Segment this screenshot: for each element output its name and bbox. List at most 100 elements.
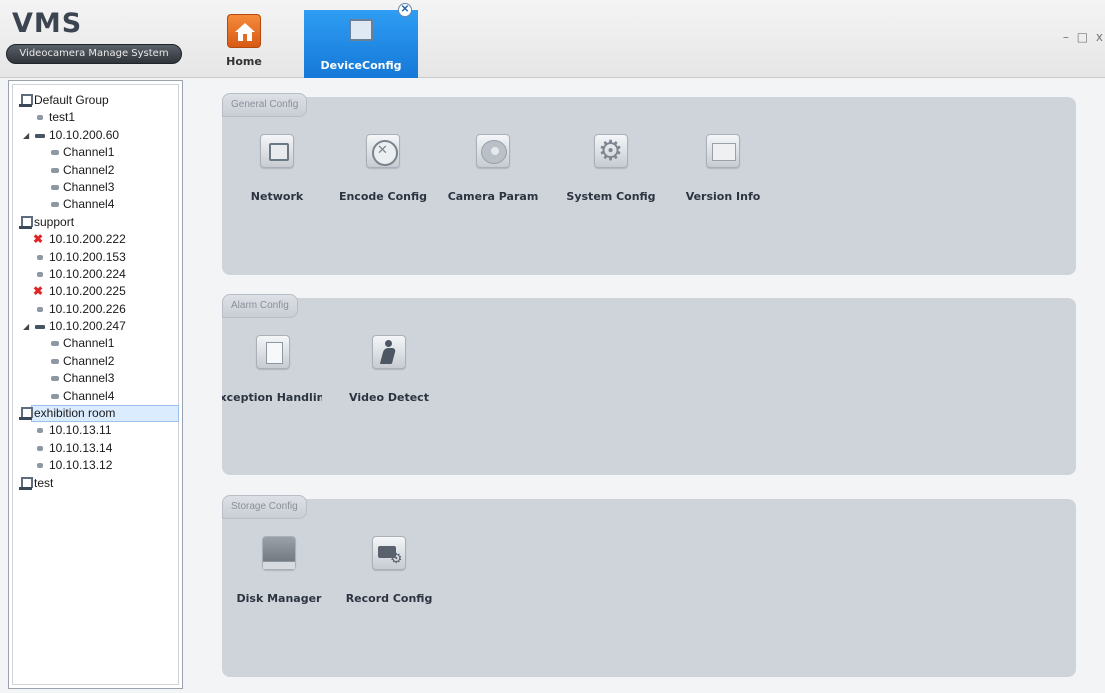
panel-title: Alarm Config (222, 294, 298, 318)
camera-param-button[interactable]: Camera Param (443, 134, 543, 203)
channel-icon (51, 358, 59, 364)
item-label: Video Detect (349, 391, 429, 404)
tree-device[interactable]: 10.10.200.153 (13, 249, 178, 266)
offline-icon: ✖ (33, 232, 44, 247)
tree-label: test1 (49, 110, 76, 125)
window-controls[interactable]: – □ x (1063, 30, 1105, 44)
tree-device[interactable]: 10.10.13.14 (13, 440, 178, 457)
channel-icon (51, 167, 59, 173)
group-icon (19, 407, 33, 421)
item-label: System Config (566, 190, 656, 203)
expand-icon[interactable]: ◢ (23, 318, 29, 335)
tree-label: 10.10.13.12 (49, 458, 113, 473)
close-icon[interactable]: ✕ (398, 3, 412, 17)
tree-group-support[interactable]: support (13, 214, 178, 231)
tree-channel[interactable]: Channel2 (13, 162, 178, 179)
top-bar: VMS Videocamera Manage System Home ✕ Dev… (0, 0, 1105, 78)
tree-label: Channel4 (63, 197, 115, 212)
camera-icon (37, 115, 43, 121)
group-icon (19, 476, 33, 490)
info-icon (706, 134, 740, 168)
item-label: Version Info (685, 190, 761, 203)
tree-channel[interactable]: Channel1 (13, 335, 178, 352)
tree-group-exhibition-room[interactable]: exhibition room (13, 405, 179, 423)
tree-label: 10.10.200.226 (49, 301, 126, 316)
offline-icon: ✖ (33, 284, 44, 299)
tree-label: Channel4 (63, 388, 115, 403)
item-label: Camera Param (447, 190, 539, 203)
version-info-button[interactable]: Version Info (673, 134, 773, 203)
video-detect-button[interactable]: Video Detect (339, 335, 439, 404)
tab-device-config-label: DeviceConfig (320, 59, 402, 72)
channel-icon (51, 202, 59, 208)
document-warning-icon (256, 335, 290, 369)
disk-manager-button[interactable]: Disk Manager (229, 536, 329, 605)
tree-group-default[interactable]: Default Group (13, 92, 178, 109)
channel-icon (51, 376, 59, 382)
tree-channel[interactable]: Channel4 (13, 388, 178, 405)
tree-label: Channel2 (63, 353, 115, 368)
camera-icon (37, 254, 43, 260)
network-button[interactable]: Network (227, 134, 327, 203)
alarm-config-panel: Alarm Config Exception Handling Video De… (222, 294, 1076, 475)
system-config-button[interactable]: System Config (561, 134, 661, 203)
tree-channel[interactable]: Channel1 (13, 144, 178, 161)
camera-icon (476, 134, 510, 168)
item-label: Record Config (345, 592, 433, 605)
camera-icon (37, 306, 43, 312)
tree-device[interactable]: ✖ 10.10.200.225 (13, 283, 178, 300)
item-label: Exception Handling (222, 391, 322, 404)
tree-device[interactable]: test1 (13, 109, 178, 126)
expand-icon[interactable]: ◢ (23, 127, 29, 144)
camera-icon (37, 428, 43, 434)
gear-icon (594, 134, 628, 168)
tree-label: 10.10.200.225 (49, 284, 126, 299)
exception-handling-button[interactable]: Exception Handling (222, 335, 322, 404)
panel-title: General Config (222, 93, 308, 117)
tree-label: Channel3 (63, 179, 115, 194)
item-label: Network (250, 190, 304, 203)
tree-device[interactable]: 10.10.200.224 (13, 266, 178, 283)
tree-label: Channel3 (63, 371, 115, 386)
device-tree: Default Group test1 ◢ 10.10.200.60 Chann… (8, 80, 183, 689)
encode-config-button[interactable]: Encode Config (333, 134, 433, 203)
tree-label: 10.10.13.11 (49, 423, 112, 438)
tree-device[interactable]: 10.10.200.226 (13, 301, 178, 318)
general-config-panel: General Config Network Encode Config Cam… (222, 93, 1076, 275)
panel-title: Storage Config (222, 495, 307, 519)
camera-icon (35, 133, 45, 138)
tree-label: 10.10.200.60 (49, 127, 120, 142)
tree-label: Channel1 (63, 336, 115, 351)
channel-icon (51, 341, 59, 347)
tree-group-test[interactable]: test (13, 475, 178, 492)
tab-home[interactable]: Home (215, 10, 273, 78)
tree-device[interactable]: 10.10.13.11 (13, 422, 178, 439)
tree-label: Default Group (34, 93, 109, 107)
tree-label: Channel1 (63, 145, 115, 160)
tab-device-config[interactable]: ✕ DeviceConfig (304, 3, 418, 78)
home-icon (227, 14, 261, 48)
storage-config-panel: Storage Config Disk Manager Record Confi… (222, 495, 1076, 677)
network-icon (260, 134, 294, 168)
group-icon (19, 94, 33, 107)
channel-icon (51, 150, 59, 156)
tree-device[interactable]: 10.10.13.12 (13, 457, 178, 474)
tree-channel[interactable]: Channel3 (13, 179, 178, 196)
channel-icon (51, 184, 59, 190)
record-config-button[interactable]: Record Config (339, 536, 439, 605)
tree-channel[interactable]: Channel4 (13, 196, 178, 213)
tree-device[interactable]: ◢ 10.10.200.60 (13, 127, 178, 144)
tree-device[interactable]: ✖ 10.10.200.222 (13, 231, 178, 248)
device-config-icon (349, 19, 373, 41)
encode-icon (366, 134, 400, 168)
tree-channel[interactable]: Channel3 (13, 370, 178, 387)
tab-home-label: Home (226, 55, 262, 68)
tree-channel[interactable]: Channel2 (13, 353, 178, 370)
disk-icon (262, 536, 296, 570)
camera-icon (37, 271, 43, 277)
item-label: Encode Config (338, 190, 428, 203)
tree-device[interactable]: ◢ 10.10.200.247 (13, 318, 178, 335)
camera-icon (37, 445, 43, 451)
tree-label: exhibition room (34, 406, 116, 421)
tree-label: 10.10.200.153 (49, 249, 126, 264)
